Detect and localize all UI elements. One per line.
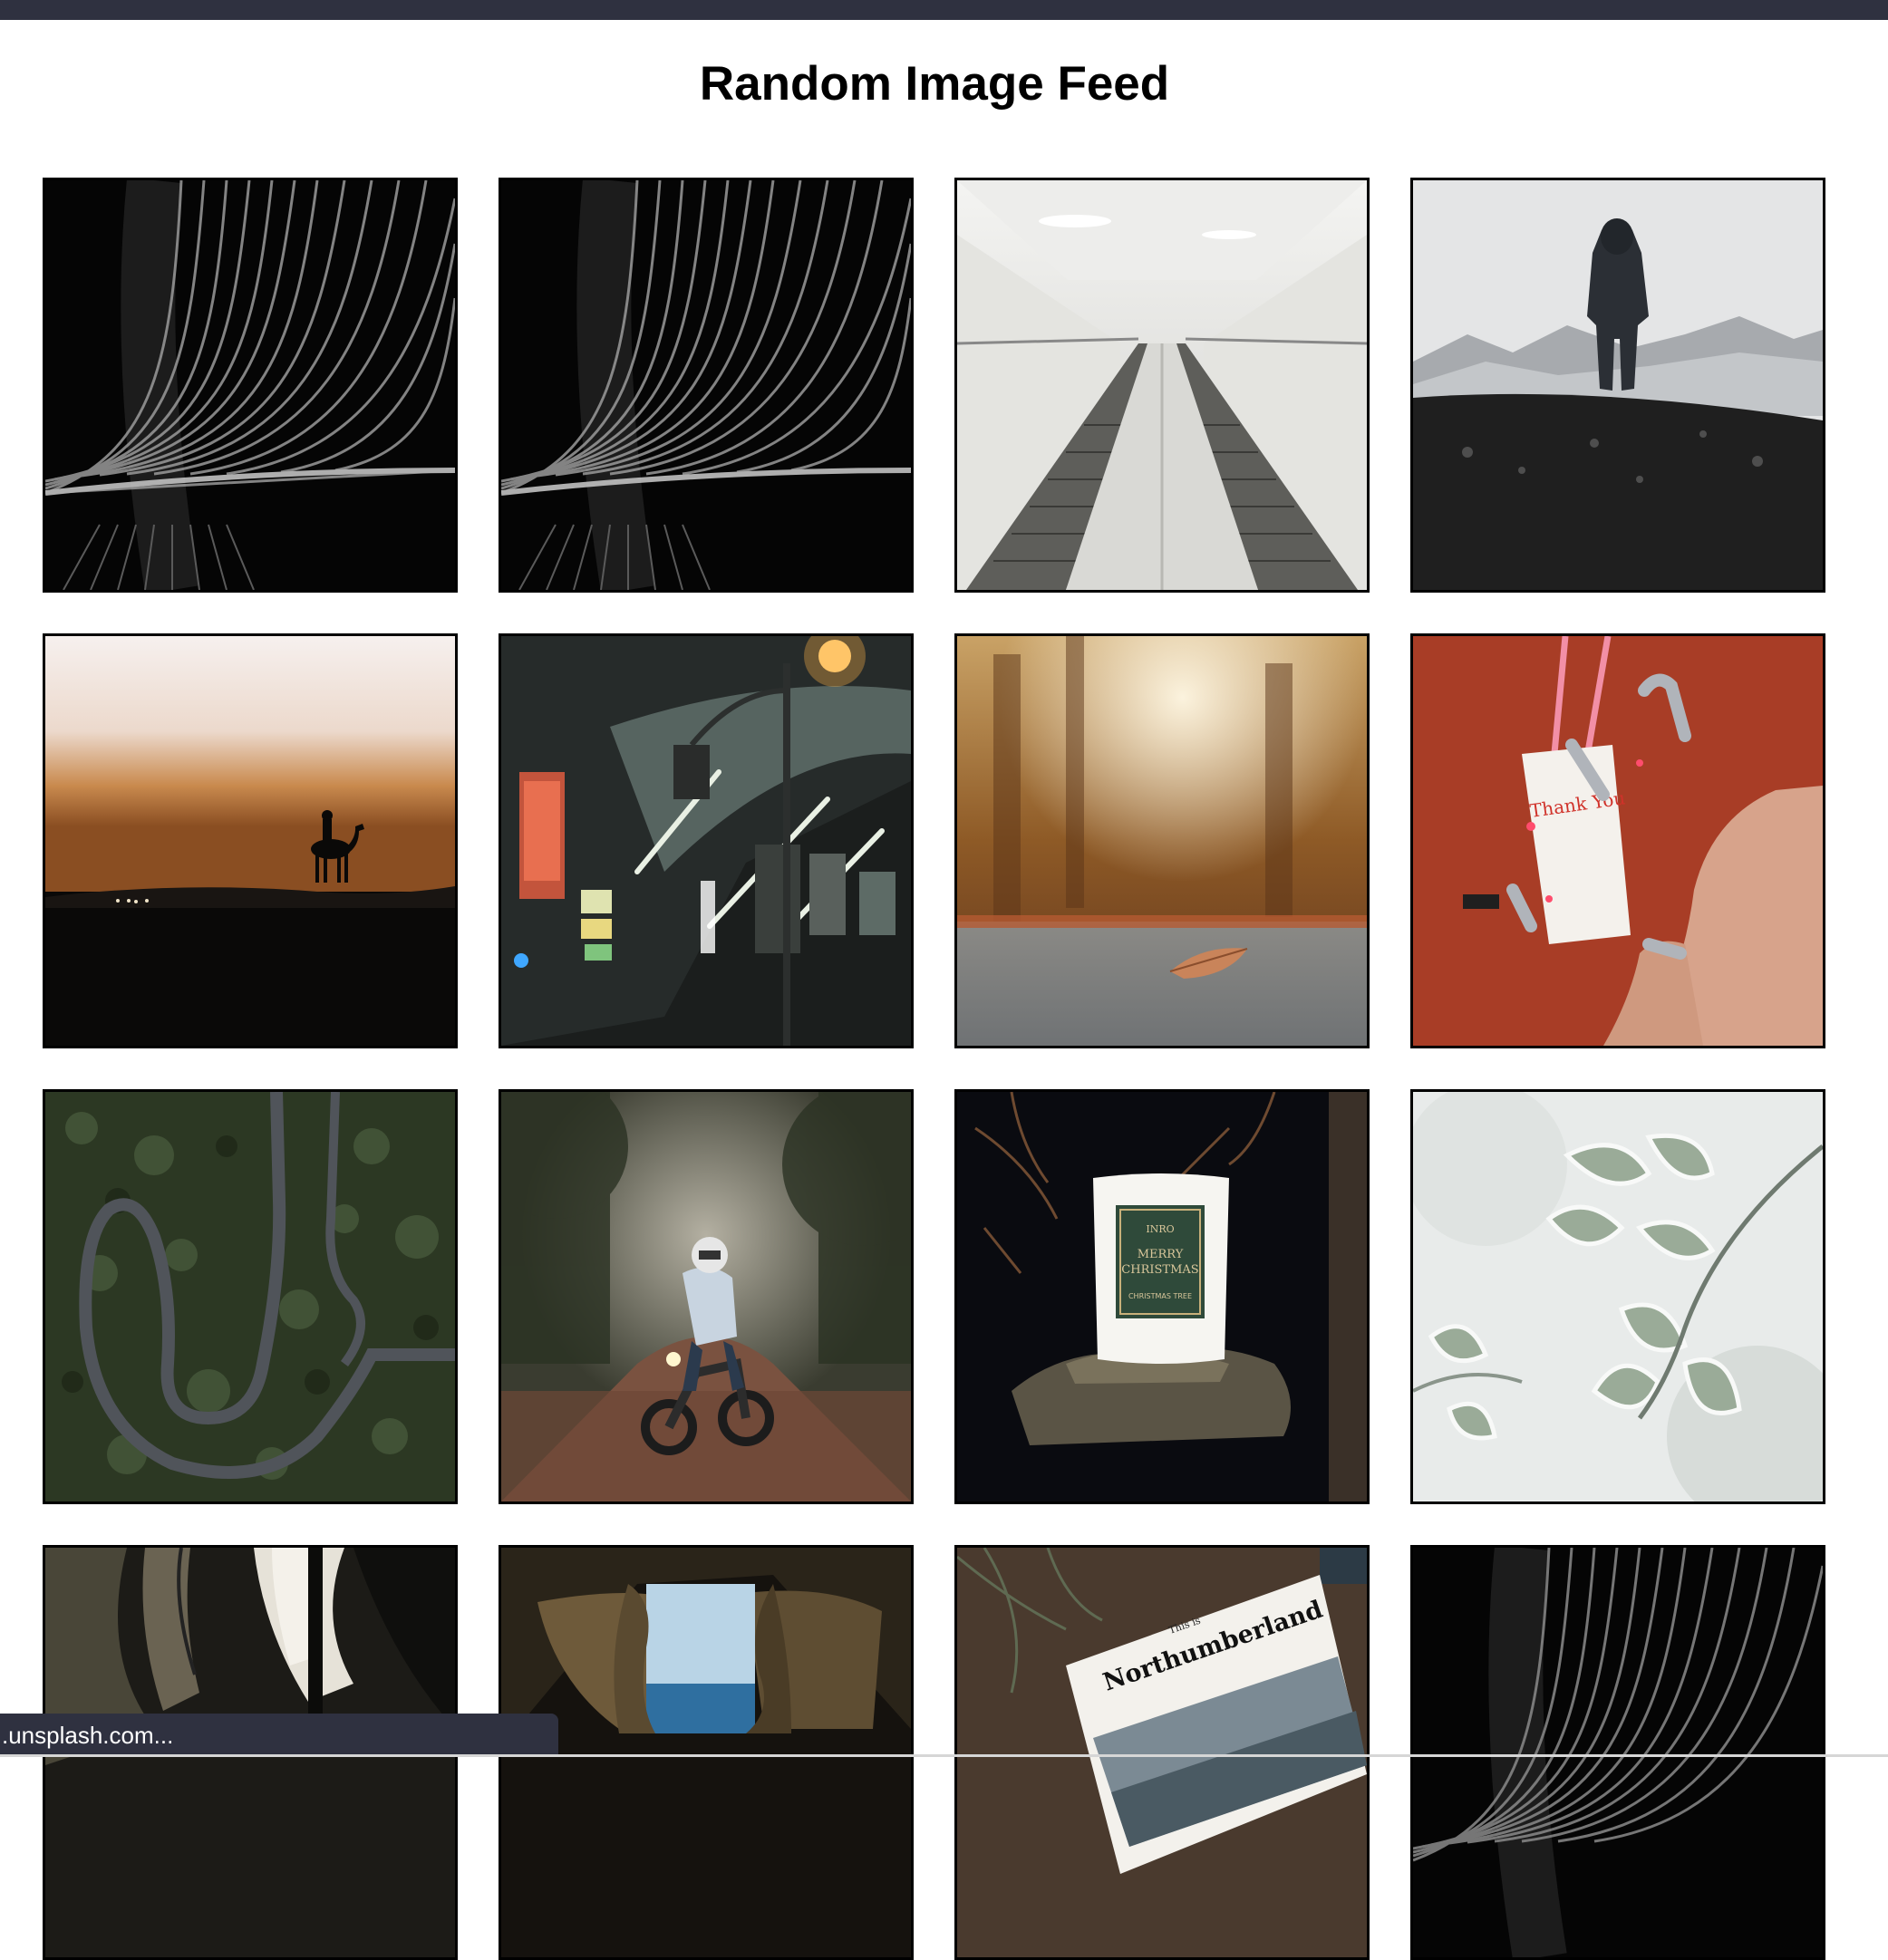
winding-road-image [45,1092,455,1501]
image-card[interactable] [1410,1545,1825,1960]
image-card[interactable] [1410,1089,1825,1504]
candle-brand-label: INRO [1146,1223,1174,1235]
image-card[interactable] [499,633,914,1048]
image-card[interactable] [499,1089,914,1504]
abstract-lines-image [501,180,911,590]
image-card[interactable] [1410,178,1825,593]
candle-title-label-1: MERRY [1138,1248,1184,1261]
hands-box-image: Thank You [1413,636,1823,1046]
image-card[interactable] [954,178,1370,593]
motorcycle-image [501,1092,911,1501]
candle-title-label-2: CHRISTMAS [1121,1263,1198,1277]
candle-image: INRO MERRY CHRISTMAS CHRISTMAS TREE [957,1092,1367,1501]
frost-leaves-image [1413,1092,1823,1501]
image-card[interactable] [954,633,1370,1048]
escalator-image [957,180,1367,590]
night-street-image [501,636,911,1046]
abstract-lines-image [1413,1548,1823,1957]
image-card[interactable] [43,178,458,593]
image-card[interactable]: This is Northumberland [954,1545,1370,1960]
page-title: Random Image Feed [699,57,1170,111]
image-grid: Thank You INRO MERRY CHRISTMAS CHRISTMAS… [43,178,1825,1960]
image-card[interactable] [499,178,914,593]
hiker-image [1413,180,1823,590]
camel-sunset-image [45,636,455,1046]
stone-window-image [501,1548,911,1957]
book-image: This is Northumberland [957,1548,1367,1957]
image-card[interactable]: Thank You [1410,633,1825,1048]
image-card[interactable]: INRO MERRY CHRISTMAS CHRISTMAS TREE [954,1089,1370,1504]
image-card[interactable] [43,1089,458,1504]
candle-scent-label: CHRISTMAS TREE [1128,1292,1192,1300]
image-card[interactable] [43,633,458,1048]
link-status-bar: .unsplash.com... [0,1714,558,1757]
abstract-lines-image [45,180,455,590]
image-card[interactable] [499,1545,914,1960]
top-bar [0,0,1888,20]
autumn-leaf-image [957,636,1367,1046]
